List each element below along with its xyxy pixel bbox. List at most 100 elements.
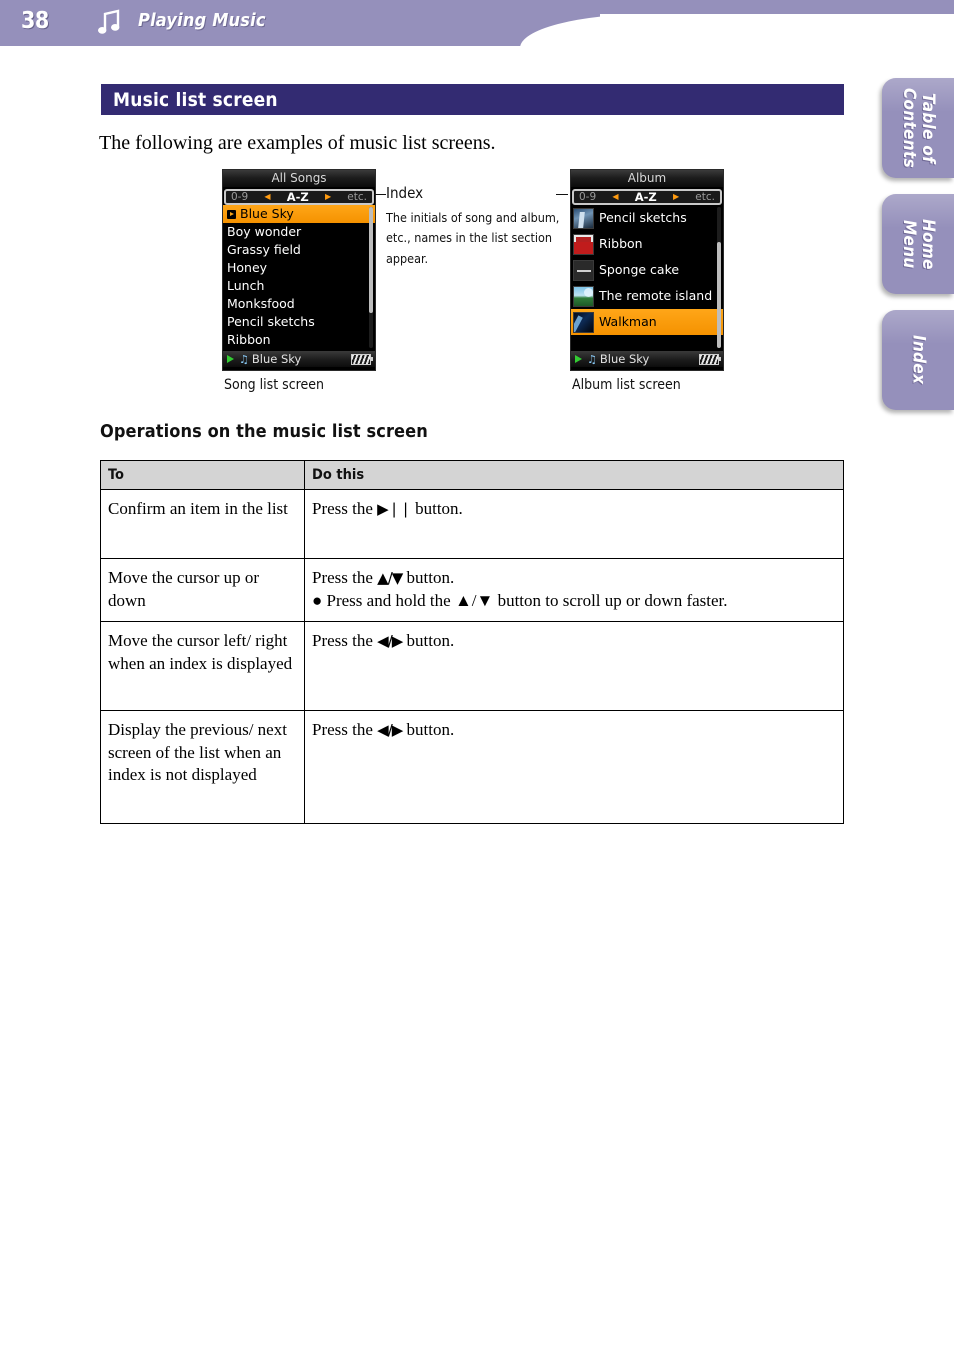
list-item[interactable]: The remote island [571, 283, 723, 309]
cell-do-this: Press the ◀/▶ button. [304, 621, 844, 711]
album-screen-title: Album [571, 170, 723, 188]
side-tab-home-menu[interactable]: Home Menu [882, 194, 954, 294]
index-a-z[interactable]: A-Z [635, 190, 657, 204]
list-item[interactable]: Honey [223, 259, 375, 277]
callout-leader-left [374, 194, 386, 195]
index-left-arrow-icon[interactable]: ◀ [612, 193, 618, 201]
song-list-screen: All Songs 0-9 ◀ A-Z ▶ etc. Blue Sky Boy … [222, 169, 376, 371]
index-right-arrow-icon[interactable]: ▶ [325, 193, 331, 201]
do-suffix: button. [406, 568, 455, 587]
music-note-icon: ♫ [239, 352, 249, 366]
side-tab-table-of-contents[interactable]: Table of Contents [882, 78, 954, 178]
do-prefix: Press the [312, 720, 373, 739]
column-header-to: To [100, 460, 305, 490]
list-item-label: Monksfood [227, 296, 295, 311]
table-row: Confirm an item in the list Press the ▶❘… [100, 489, 844, 559]
callout-body: The initials of song and album, etc., na… [386, 210, 560, 266]
list-item[interactable]: Ribbon [223, 331, 375, 349]
index-a-z[interactable]: A-Z [287, 190, 309, 204]
list-item-label: Ribbon [599, 236, 643, 251]
index-callout: Index The initials of song and album, et… [386, 186, 566, 269]
song-screen-status-bar: ♫ Blue Sky [223, 350, 375, 367]
list-item[interactable]: Blue Sky [223, 205, 375, 223]
song-screen-index-bar[interactable]: 0-9 ◀ A-Z ▶ etc. [224, 189, 374, 205]
do-prefix: Press the [312, 631, 373, 650]
song-list-scrollbar[interactable] [369, 207, 373, 348]
operations-heading: Operations on the music list screen [100, 421, 428, 442]
header-left-block [0, 0, 600, 46]
album-screen-index-bar[interactable]: 0-9 ◀ A-Z ▶ etc. [572, 189, 722, 205]
operations-table: To Do this Confirm an item in the list P… [100, 460, 844, 824]
scrollbar-thumb[interactable] [717, 242, 721, 348]
list-item[interactable]: Lunch [223, 277, 375, 295]
battery-icon [699, 353, 721, 365]
list-item-label: The remote island [599, 288, 713, 303]
album-list-scrollbar[interactable] [717, 207, 721, 348]
do-suffix: button. [415, 499, 463, 518]
do-prefix: Press the [312, 568, 373, 587]
cell-do-this: Press the ▶❘❘ button. [304, 489, 844, 559]
list-item[interactable]: Monksfood [223, 295, 375, 313]
left-right-glyph: ◀/▶ [377, 721, 403, 739]
cell-to: Confirm an item in the list [100, 489, 305, 559]
index-0-9[interactable]: 0-9 [231, 191, 248, 203]
cell-do-this: Press the ▲/▼ button. ● Press and hold t… [304, 558, 844, 622]
album-art-sponge-cake-icon [573, 259, 594, 281]
album-art-remote-island-icon [573, 285, 594, 307]
do-suffix: button. [406, 631, 455, 650]
list-item-label: Pencil sketchs [599, 210, 687, 225]
album-list-caption: Album list screen [572, 377, 681, 393]
list-item[interactable]: Walkman [571, 309, 723, 335]
album-art-pencil-sketchs-icon [573, 207, 594, 229]
cell-to: Move the cursor up or down [100, 558, 305, 622]
index-etc[interactable]: etc. [695, 191, 715, 203]
up-down-glyph: ▲/▼ [377, 569, 403, 587]
index-etc[interactable]: etc. [347, 191, 367, 203]
album-art-ribbon-icon [573, 233, 594, 255]
list-item-label: Sponge cake [599, 262, 680, 277]
song-list-caption: Song list screen [224, 377, 325, 393]
side-tab-index[interactable]: Index [882, 310, 954, 410]
list-item[interactable]: Grassy field [223, 241, 375, 259]
list-item-label: Boy wonder [227, 224, 302, 239]
play-triangle-icon [575, 355, 582, 363]
left-right-glyph: ◀/▶ [377, 632, 403, 650]
do-suffix: button. [406, 720, 455, 739]
list-item[interactable]: Boy wonder [223, 223, 375, 241]
list-item-label: Honey [227, 260, 268, 275]
page-number: 38 [21, 8, 49, 34]
list-item[interactable]: Pencil sketchs [223, 313, 375, 331]
page-header: 38 Playing Music [0, 0, 954, 48]
side-tab-label: Home Menu [899, 218, 939, 270]
section-title-bar: Music list screen [101, 84, 844, 115]
column-header-do-this: Do this [304, 460, 844, 490]
index-right-arrow-icon[interactable]: ▶ [673, 193, 679, 201]
list-item-label: Blue Sky [240, 206, 294, 221]
chapter-title: Playing Music [138, 10, 266, 31]
list-item[interactable]: Ribbon [571, 231, 723, 257]
cell-do-this: Press the ◀/▶ button. [304, 710, 844, 824]
song-list: Blue Sky Boy wonder Grassy field Honey L… [223, 205, 375, 350]
do-main-line: Press the ▲/▼ button. [312, 567, 835, 590]
table-header-row: To Do this [100, 460, 844, 490]
list-item[interactable]: Sponge cake [571, 257, 723, 283]
now-playing-title: Blue Sky [599, 351, 650, 366]
side-tab-label: Index [908, 335, 929, 385]
callout-title: Index [386, 184, 424, 202]
battery-icon [351, 353, 373, 365]
table-row: Move the cursor up or down Press the ▲/▼… [100, 558, 844, 622]
do-prefix: Press the [312, 499, 373, 518]
play-triangle-icon [227, 355, 234, 363]
album-list-screen: Album 0-9 ◀ A-Z ▶ etc. Pencil sketchs Ri… [570, 169, 724, 371]
play-pause-glyph: ▶❘❘ [377, 500, 412, 518]
music-note-icon: ♫ [587, 352, 597, 366]
list-item[interactable]: Pencil sketchs [571, 205, 723, 231]
index-0-9[interactable]: 0-9 [579, 191, 596, 203]
album-screen-status-bar: ♫ Blue Sky [571, 350, 723, 367]
now-playing-icon [227, 209, 236, 219]
cell-to: Display the previous/ next screen of the… [100, 710, 305, 824]
list-item-label: Grassy field [227, 242, 301, 257]
index-left-arrow-icon[interactable]: ◀ [264, 193, 270, 201]
scrollbar-thumb[interactable] [369, 207, 373, 313]
list-item-label: Ribbon [227, 332, 271, 347]
